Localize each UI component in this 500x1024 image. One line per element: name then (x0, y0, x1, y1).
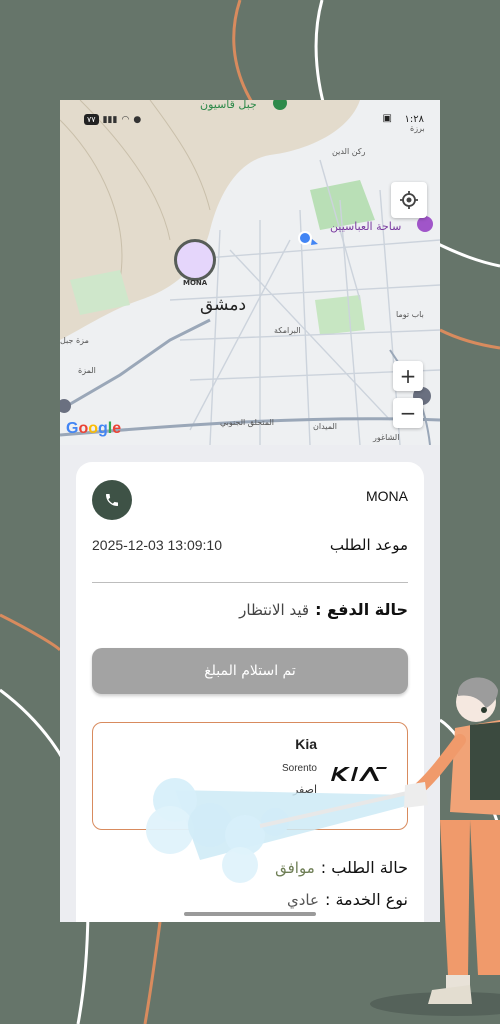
car-info-box: Kia Sorento اصفر (92, 722, 408, 830)
map-label-barzeh: برزة (410, 124, 425, 133)
order-card: MONA موعد الطلب 2025-12-03 13:09:10 حالة… (76, 462, 424, 922)
map-label-rukn: ركن الدين (332, 147, 366, 156)
map-label-midan: الميدان (313, 422, 337, 431)
map-label-shaghour: الشاغور (373, 433, 400, 442)
map-tiles (60, 100, 440, 445)
order-date-label: موعد الطلب (329, 536, 408, 554)
service-type-row: نوع الخدمة : عادي (287, 890, 408, 909)
car-make: Kia (295, 736, 317, 752)
crosshair-icon (400, 191, 418, 209)
location-status-icon: ● (133, 114, 142, 125)
signal-icon: ▮▮▮ (102, 114, 118, 125)
service-type-value: عادي (287, 891, 319, 909)
zoom-in-button[interactable]: + (393, 361, 423, 391)
kia-logo (331, 767, 387, 781)
car-model: Sorento (281, 763, 317, 774)
map-label-mount: جبل قاسيون (200, 100, 257, 111)
order-date-value: 2025-12-03 13:09:10 (92, 537, 222, 553)
call-button[interactable] (92, 480, 132, 520)
payment-status-value: قيد الانتظار (239, 600, 310, 619)
order-status-label: حالة الطلب : (320, 858, 408, 877)
map-label-south-highway: المتحلق الجنوبي (220, 418, 274, 427)
payment-status-row: حالة الدفع : قيد الانتظار (92, 600, 408, 619)
wifi-icon: ◠ (121, 114, 130, 125)
customer-map-marker[interactable] (174, 239, 216, 281)
home-indicator[interactable] (184, 912, 316, 916)
order-status-value: موافق (275, 859, 315, 877)
map-label-abbasiyin: ساحة العباسيين (330, 220, 402, 233)
marker-label: MONA (183, 279, 208, 287)
car-color: اصفر (292, 783, 317, 796)
phone-screen: ٧٧ ▮▮▮ ◠ ● ▣ ١:٢٨ جبل قاسيون ركن الدين ب… (60, 100, 440, 922)
order-status-row: حالة الطلب : موافق (275, 858, 408, 877)
map-label-city: دمشق (200, 295, 247, 315)
service-type-label: نوع الخدمة : (324, 890, 408, 909)
map-view[interactable]: ٧٧ ▮▮▮ ◠ ● ▣ ١:٢٨ جبل قاسيون ركن الدين ب… (60, 100, 440, 445)
map-label-baramkeh: البرامكة (274, 326, 301, 335)
map-label-bab-touma: باب توما (396, 310, 424, 319)
payment-received-button[interactable]: تم استلام المبلغ (92, 648, 408, 694)
status-icons: ٧٧ ▮▮▮ ◠ ● (84, 114, 141, 125)
map-label-mezzeh: المزة (78, 366, 96, 375)
payment-status-label: حالة الدفع : (315, 600, 408, 619)
battery-icon: ٧٧ (84, 114, 99, 125)
my-location-button[interactable] (391, 182, 427, 218)
order-date-row: موعد الطلب 2025-12-03 13:09:10 (92, 536, 408, 554)
phone-icon (106, 494, 118, 506)
map-label-mezze: مزة جبل (60, 336, 89, 345)
zoom-out-button[interactable]: − (393, 398, 423, 428)
divider (92, 582, 408, 583)
google-logo: Google (66, 420, 122, 437)
car-status-icon: ▣ (382, 113, 392, 124)
customer-name: MONA (366, 488, 408, 504)
